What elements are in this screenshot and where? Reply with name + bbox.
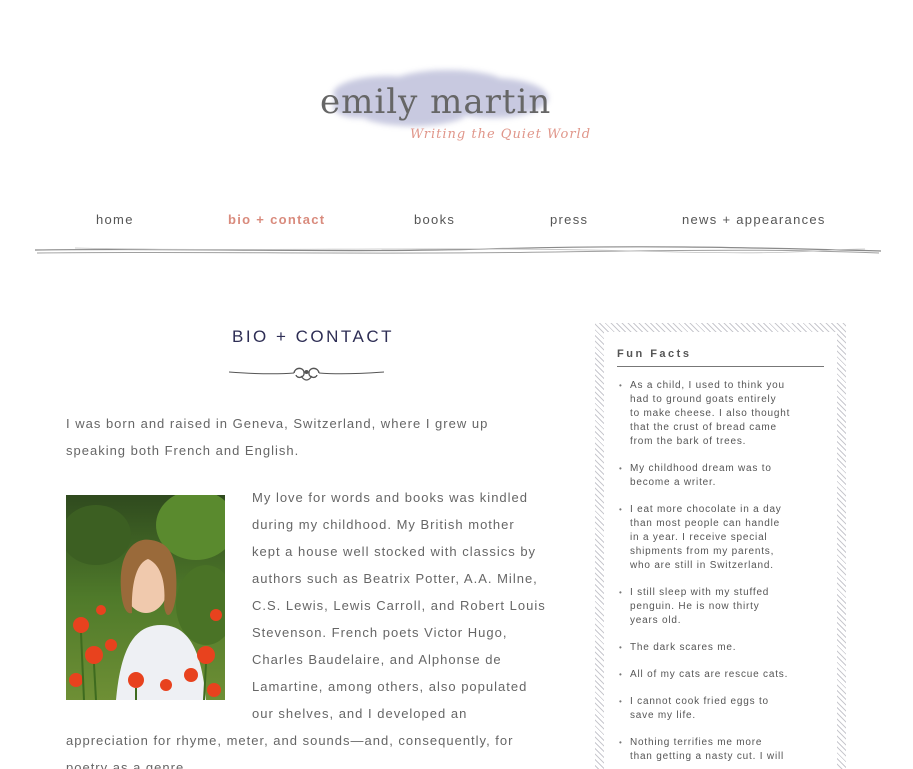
- page-title: BIO + CONTACT: [232, 327, 395, 346]
- fact-item: I cannot cook fried eggs to save my life.: [617, 695, 824, 723]
- text-line: poetry as a genre.: [66, 760, 189, 769]
- text-line: our shelves, and I developed an: [252, 706, 468, 721]
- fact-item: My childhood dream was to become a writer…: [617, 462, 824, 490]
- fact-line: As a child, I used to think you: [630, 380, 785, 391]
- fact-line: that the crust of bread came: [630, 422, 777, 433]
- sidebar-panel: Fun Facts As a child, I used to think yo…: [604, 332, 837, 769]
- intro-paragraph: I was born and raised in Geneva, Switzer…: [66, 410, 546, 464]
- text-line: Lamartine, among others, also populated: [252, 679, 528, 694]
- fact-item: The dark scares me.: [617, 641, 824, 655]
- bio-paragraph: My love for words and books was kindled …: [66, 484, 546, 769]
- nav-press[interactable]: press: [550, 212, 588, 227]
- fact-item: All of my cats are rescue cats.: [617, 668, 824, 682]
- fact-item: Nothing terrifies me more than getting a …: [617, 736, 824, 764]
- nav-news-appearances[interactable]: news + appearances: [682, 212, 826, 227]
- nav-divider: [35, 246, 881, 254]
- fact-line: save my life.: [630, 710, 696, 721]
- fact-line: to make cheese. I also thought: [630, 408, 791, 419]
- fact-line: shipments from my parents,: [630, 546, 775, 557]
- fact-item: As a child, I used to think you had to gr…: [617, 379, 824, 449]
- fact-item: I eat more chocolate in a day than most p…: [617, 503, 824, 573]
- fact-line: had to ground goats entirely: [630, 394, 777, 405]
- fact-line: I eat more chocolate in a day: [630, 504, 782, 515]
- fact-line: than most people can handle: [630, 518, 781, 529]
- facts-list: As a child, I used to think you had to gr…: [617, 379, 824, 764]
- fact-line: years old.: [630, 615, 682, 626]
- text-line: Charles Baudelaire, and Alphonse de: [252, 652, 502, 667]
- fact-line: All of my cats are rescue cats.: [630, 669, 789, 680]
- text-line: kept a house well stocked with classics …: [252, 544, 537, 559]
- fact-line: penguin. He is now thirty: [630, 601, 760, 612]
- site-tagline: Writing the Quiet World: [410, 127, 592, 142]
- fact-line: than getting a nasty cut. I will: [630, 751, 785, 762]
- text-line: appreciation for rhyme, meter, and sound…: [66, 733, 514, 748]
- nav-home[interactable]: home: [96, 212, 134, 227]
- fun-facts-sidebar: Fun Facts As a child, I used to think yo…: [595, 323, 846, 769]
- site-logo[interactable]: emily martin Writing the Quiet World: [300, 60, 620, 160]
- fact-line: from the bark of trees.: [630, 436, 747, 447]
- fact-line: I cannot cook fried eggs to: [630, 696, 769, 707]
- text-line: authors such as Beatrix Potter, A.A. Mil…: [252, 571, 538, 586]
- text-line: I was born and raised in Geneva, Switzer…: [66, 416, 489, 431]
- text-line: C.S. Lewis, Lewis Carroll, and Robert Lo…: [252, 598, 546, 613]
- fact-line: become a writer.: [630, 477, 717, 488]
- fact-line: in a year. I receive special: [630, 532, 768, 543]
- text-line: during my childhood. My British mother: [252, 517, 515, 532]
- nav-books[interactable]: books: [414, 212, 455, 227]
- sidebar-title: Fun Facts: [617, 348, 824, 367]
- fact-line: The dark scares me.: [630, 642, 737, 653]
- site-name: emily martin: [320, 82, 552, 122]
- flourish-divider: [229, 367, 384, 381]
- fact-item: I still sleep with my stuffed penguin. He…: [617, 586, 824, 628]
- fact-line: My childhood dream was to: [630, 463, 772, 474]
- fact-line: I still sleep with my stuffed: [630, 587, 770, 598]
- text-line: Stevenson. French poets Victor Hugo,: [252, 625, 508, 640]
- fact-line: Nothing terrifies me more: [630, 737, 763, 748]
- text-line: speaking both French and English.: [66, 443, 300, 458]
- fact-line: who are still in Switzerland.: [630, 560, 774, 571]
- nav-bio-contact[interactable]: bio + contact: [228, 212, 325, 227]
- main-nav: home bio + contact books press news + ap…: [35, 212, 880, 232]
- text-line: My love for words and books was kindled: [252, 490, 529, 505]
